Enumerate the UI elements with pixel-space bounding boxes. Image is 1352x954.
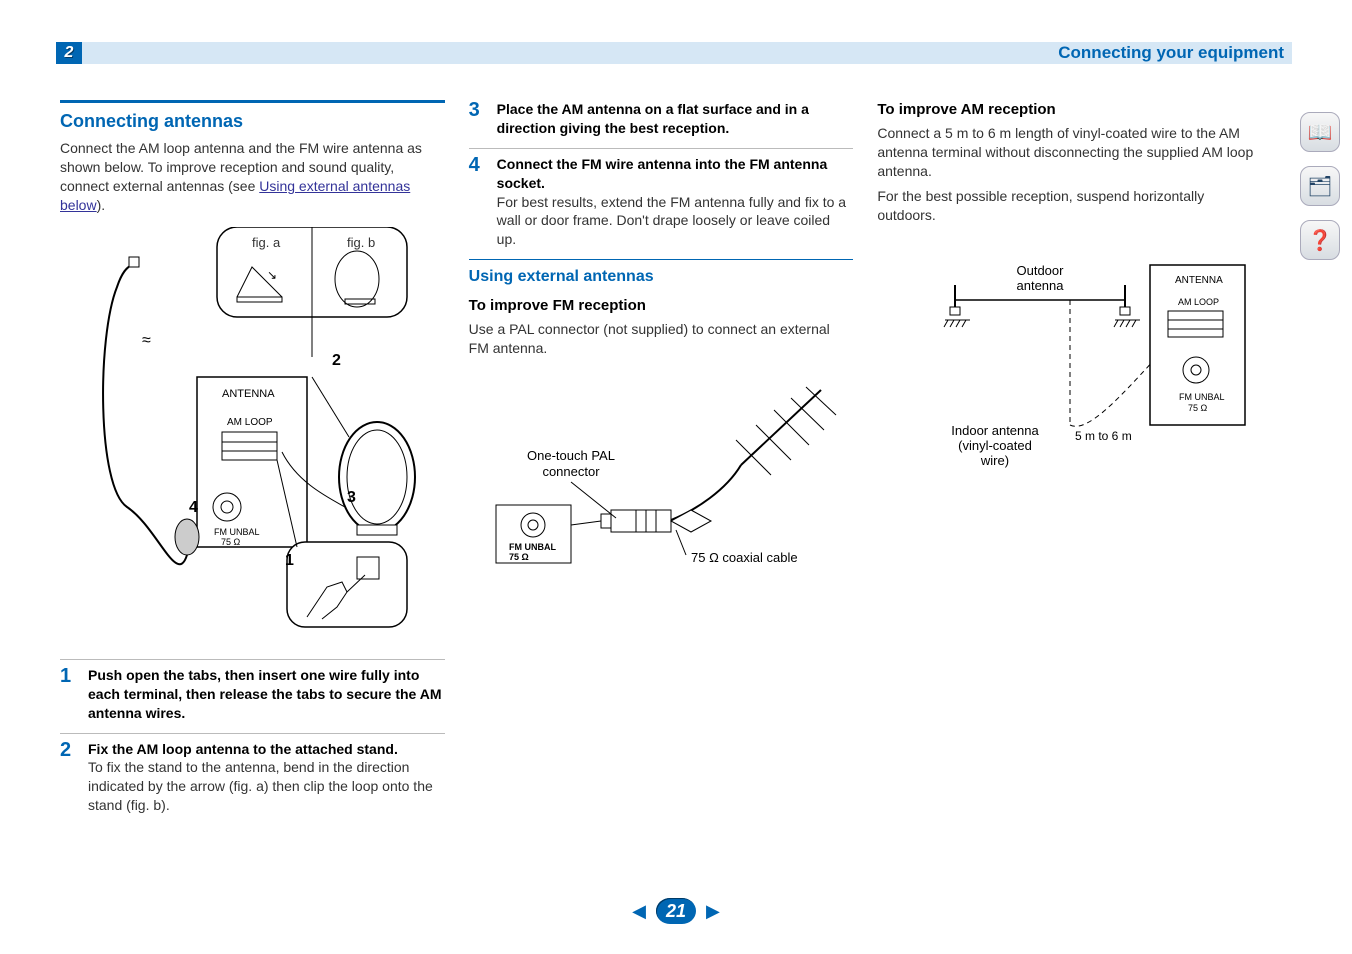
svg-text:≈: ≈ [142,332,151,349]
am-paragraph-2: For the best possible reception, suspend… [877,187,1262,225]
device-icon[interactable]: 🗂 [1300,166,1340,206]
page-number-badge: 21 [656,898,696,924]
svg-text:fig. b: fig. b [347,235,375,250]
svg-text:5 m to 6 m: 5 m to 6 m [1075,429,1132,443]
subheading-improve-am: To improve AM reception [877,100,1262,120]
svg-text:fig. a: fig. a [252,235,281,250]
svg-text:3: 3 [347,489,356,506]
step-title: Push open the tabs, then insert one wire… [88,666,445,723]
svg-text:connector: connector [542,464,600,479]
svg-text:FM UNBAL: FM UNBAL [1179,392,1225,402]
next-page-arrow[interactable]: ▶ [706,901,720,922]
step-description: To fix the stand to the antenna, bend in… [88,758,445,815]
intro-text-after: ). [97,197,106,213]
step-description: For best results, extend the FM antenna … [497,193,854,250]
subheading-using-external-antennas: Using external antennas [469,259,854,288]
svg-text:Outdoor: Outdoor [1016,263,1064,278]
header-title: Connecting your equipment [1058,43,1292,63]
help-icon[interactable]: ❓ [1300,220,1340,260]
header-bar: 2 Connecting your equipment [58,42,1292,64]
fm-paragraph: Use a PAL connector (not supplied) to co… [469,320,854,358]
svg-text:75 Ω: 75 Ω [509,552,529,562]
content-columns: Connecting antennas Connect the AM loop … [60,100,1262,874]
svg-text:AM LOOP: AM LOOP [1178,297,1219,307]
page-navigation: ◀ 21 ▶ [0,898,1352,924]
step-number: 4 [469,155,487,249]
svg-text:FM UNBAL: FM UNBAL [214,527,260,537]
column-1: Connecting antennas Connect the AM loop … [60,100,445,874]
step-title: Place the AM antenna on a flat surface a… [497,100,854,138]
svg-text:One-touch PAL: One-touch PAL [527,448,615,463]
svg-text:1: 1 [285,552,294,569]
column-2: 3 Place the AM antenna on a flat surface… [469,100,854,874]
step-title: Fix the AM loop antenna to the attached … [88,740,445,759]
svg-text:wire): wire) [980,453,1009,468]
step-1: 1 Push open the tabs, then insert one wi… [60,659,445,723]
section-heading-connecting-antennas: Connecting antennas [60,100,445,133]
svg-text:4: 4 [189,499,198,516]
step-number: 3 [469,100,487,138]
subheading-improve-fm: To improve FM reception [469,296,854,316]
svg-text:ANTENNA: ANTENNA [1175,275,1223,286]
prev-page-arrow[interactable]: ◀ [632,901,646,922]
svg-text:antenna: antenna [1016,278,1064,293]
step-number: 1 [60,666,78,723]
svg-text:↘: ↘ [267,268,277,282]
side-nav: 📖 🗂 ❓ [1300,112,1340,260]
am-paragraph-1: Connect a 5 m to 6 m length of vinyl-coa… [877,124,1262,181]
svg-text:75 Ω: 75 Ω [1188,403,1208,413]
chapter-number-badge: 2 [56,42,82,64]
intro-paragraph: Connect the AM loop antenna and the FM w… [60,139,445,215]
column-3: To improve AM reception Connect a 5 m to… [877,100,1262,874]
contents-icon[interactable]: 📖 [1300,112,1340,152]
svg-text:ANTENNA: ANTENNA [222,388,275,400]
svg-text:AM LOOP: AM LOOP [227,417,273,428]
step-4: 4 Connect the FM wire antenna into the F… [469,148,854,249]
step-number: 2 [60,740,78,816]
svg-text:(vinyl-coated: (vinyl-coated [958,438,1032,453]
fm-external-illustration: One-touch PAL connector 75 Ω coaxial cab… [469,370,854,590]
svg-text:75 Ω: 75 Ω [221,537,241,547]
svg-text:Indoor antenna: Indoor antenna [951,423,1039,438]
svg-text:75 Ω coaxial cable: 75 Ω coaxial cable [691,550,798,565]
svg-text:2: 2 [332,352,341,369]
step-title: Connect the FM wire antenna into the FM … [497,155,854,193]
svg-text:FM UNBAL: FM UNBAL [509,542,556,552]
antenna-connection-illustration: fig. a fig. b ↘ 2 ANTENNA AM LOOP [60,227,445,647]
am-external-illustration: Outdoor antenna 5 m to 6 m Indoor antenn… [877,245,1262,475]
step-2: 2 Fix the AM loop antenna to the attache… [60,733,445,816]
step-3: 3 Place the AM antenna on a flat surface… [469,100,854,138]
